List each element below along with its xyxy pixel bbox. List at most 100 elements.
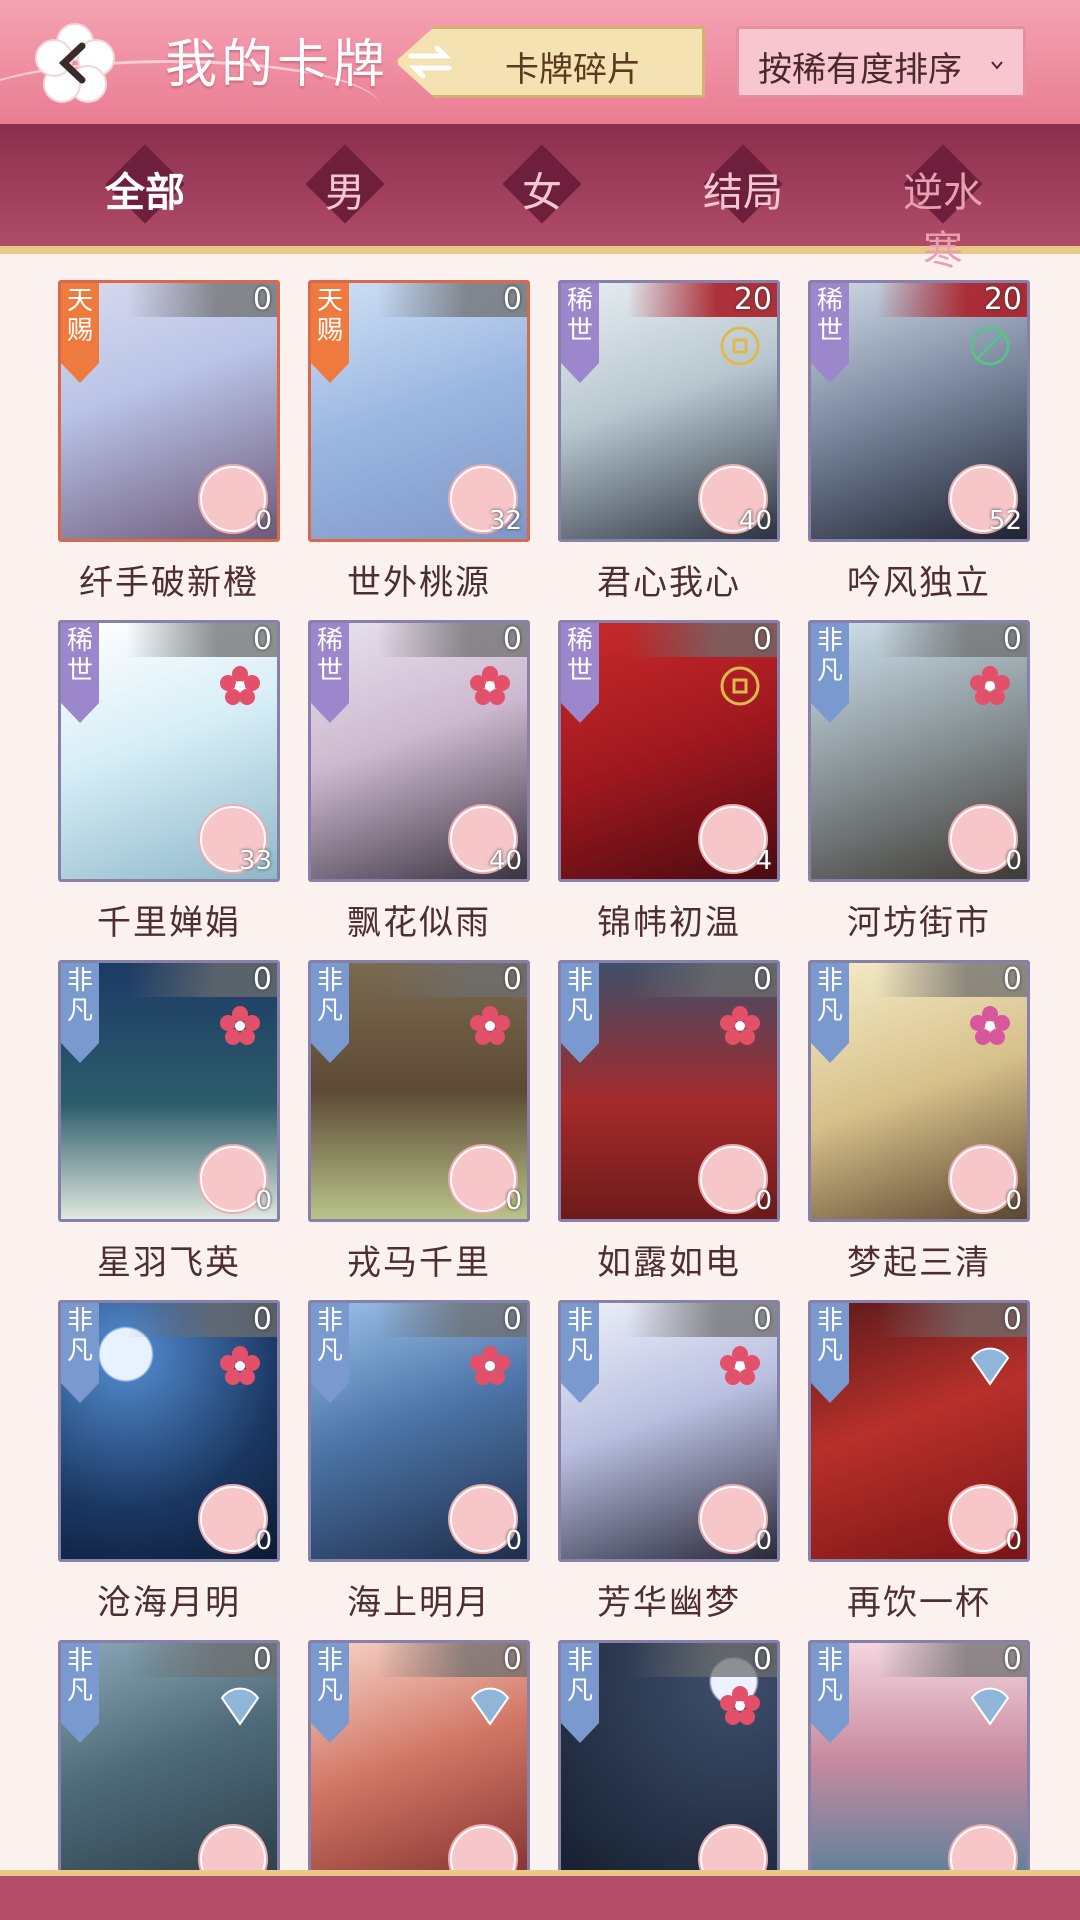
card-count: 0 bbox=[502, 622, 522, 657]
tab-nishuihan[interactable]: 逆水寒 bbox=[888, 138, 998, 274]
tab-label: 女 bbox=[522, 170, 562, 216]
rarity-label: 非凡 bbox=[566, 1646, 593, 1706]
plum-blossom-icon bbox=[220, 1346, 260, 1385]
tab-label: 男 bbox=[325, 170, 365, 216]
card-item[interactable]: 0 非凡 0 bbox=[308, 1300, 530, 1562]
rarity-label: 非凡 bbox=[66, 966, 93, 1026]
plum-blossom-icon bbox=[470, 1006, 510, 1045]
plum-blossom-icon bbox=[220, 1006, 260, 1045]
tab-ending[interactable]: 结局 bbox=[688, 138, 798, 230]
plum-blossom-icon bbox=[220, 666, 260, 705]
card-item[interactable]: 0 非凡 0 bbox=[808, 620, 1030, 882]
card-count: 0 bbox=[252, 962, 272, 997]
card-item[interactable]: 0 非凡 0 bbox=[58, 960, 280, 1222]
sort-label: 按稀有度排序 bbox=[758, 50, 962, 90]
card-item[interactable]: 0 稀世 40 bbox=[308, 620, 530, 882]
rarity-label: 稀世 bbox=[816, 286, 843, 346]
card-name: 梦起三清 bbox=[847, 1243, 991, 1283]
plum-blossom-icon bbox=[720, 1346, 760, 1385]
card-count: 0 bbox=[252, 1302, 272, 1337]
card-count: 0 bbox=[1002, 622, 1022, 657]
page-title: 我的卡牌 bbox=[165, 35, 390, 95]
card-item[interactable]: 0 非凡 0 bbox=[808, 1300, 1030, 1562]
petal-count: 52 bbox=[988, 506, 1022, 536]
petal-count: 0 bbox=[755, 1526, 772, 1556]
card-name: 戎马千里 bbox=[347, 1243, 491, 1283]
card-item[interactable]: 0 非凡 0 bbox=[308, 960, 530, 1222]
card-name: 吟风独立 bbox=[847, 563, 991, 603]
plum-blossom-icon bbox=[470, 666, 510, 705]
card-count: 0 bbox=[1002, 1642, 1022, 1677]
plum-blossom-icon bbox=[720, 1006, 760, 1045]
card-name: 沧海月明 bbox=[97, 1583, 241, 1623]
rarity-label: 非凡 bbox=[566, 1306, 593, 1366]
card-count: 0 bbox=[252, 1642, 272, 1677]
card-item[interactable]: 0 稀世 4 bbox=[558, 620, 780, 882]
fan-icon bbox=[220, 1687, 260, 1726]
petal-count: 0 bbox=[1005, 1186, 1022, 1216]
card-fragments-label: 卡牌碎片 bbox=[505, 50, 641, 90]
swap-arrows-icon bbox=[408, 45, 452, 79]
card-name: 河坊街市 bbox=[847, 903, 991, 943]
plum-blossom-icon bbox=[970, 1006, 1010, 1045]
card-item[interactable]: 0 非凡 bbox=[558, 1640, 780, 1902]
rarity-label: 非凡 bbox=[816, 1306, 843, 1366]
card-item[interactable]: 20 稀世 52 bbox=[808, 280, 1030, 542]
card-count: 0 bbox=[502, 282, 522, 317]
fan-icon bbox=[970, 1687, 1010, 1726]
card-item[interactable]: 0 非凡 bbox=[808, 1640, 1030, 1902]
card-count: 0 bbox=[752, 1642, 772, 1677]
card-name: 芳华幽梦 bbox=[597, 1583, 741, 1623]
rarity-label: 天赐 bbox=[316, 286, 343, 346]
tab-label: 结局 bbox=[703, 170, 783, 216]
card-count: 0 bbox=[252, 282, 272, 317]
card-item[interactable]: 0 非凡 bbox=[308, 1640, 530, 1902]
rarity-label: 非凡 bbox=[566, 966, 593, 1026]
card-count: 20 bbox=[983, 282, 1022, 317]
petal-count: 40 bbox=[738, 506, 772, 536]
fan-icon bbox=[470, 1687, 510, 1726]
fan-icon bbox=[970, 1347, 1010, 1386]
card-count: 20 bbox=[733, 282, 772, 317]
petal-count: 33 bbox=[238, 846, 272, 876]
card-item[interactable]: 0 非凡 bbox=[58, 1640, 280, 1902]
card-item[interactable]: 0 非凡 0 bbox=[558, 1300, 780, 1562]
card-count: 0 bbox=[502, 962, 522, 997]
rarity-label: 非凡 bbox=[316, 1306, 343, 1366]
petal-count: 0 bbox=[1005, 846, 1022, 876]
back-button[interactable] bbox=[34, 22, 116, 104]
card-name: 飘花似雨 bbox=[347, 903, 491, 943]
rarity-label: 非凡 bbox=[316, 966, 343, 1026]
card-name: 星羽飞英 bbox=[97, 1243, 241, 1283]
card-name: 千里婵娟 bbox=[97, 903, 241, 943]
card-item[interactable]: 0 非凡 0 bbox=[558, 960, 780, 1222]
petal-count: 40 bbox=[488, 846, 522, 876]
rarity-label: 稀世 bbox=[66, 626, 93, 686]
petal-count: 0 bbox=[755, 1186, 772, 1216]
card-item[interactable]: 0 天赐 32 bbox=[308, 280, 530, 542]
plum-blossom-icon bbox=[720, 1686, 760, 1725]
petal-count: 0 bbox=[255, 506, 272, 536]
chevron-down-icon bbox=[991, 61, 1003, 70]
card-item[interactable]: 0 非凡 0 bbox=[58, 1300, 280, 1562]
card-count: 0 bbox=[1002, 1302, 1022, 1337]
card-count: 0 bbox=[752, 1302, 772, 1337]
plum-blossom-icon bbox=[970, 666, 1010, 705]
petal-count: 0 bbox=[505, 1526, 522, 1556]
tab-female[interactable]: 女 bbox=[487, 138, 597, 230]
card-item[interactable]: 0 非凡 0 bbox=[808, 960, 1030, 1222]
rarity-label: 非凡 bbox=[316, 1646, 343, 1706]
petal-count: 0 bbox=[505, 1186, 522, 1216]
rarity-label: 天赐 bbox=[66, 286, 93, 346]
tab-male[interactable]: 男 bbox=[290, 138, 400, 230]
tab-all[interactable]: 全部 bbox=[90, 138, 200, 230]
coin-icon bbox=[720, 666, 760, 706]
rarity-label: 稀世 bbox=[566, 286, 593, 346]
card-item[interactable]: 0 稀世 33 bbox=[58, 620, 280, 882]
bottom-bar bbox=[0, 1870, 1080, 1920]
card-name: 世外桃源 bbox=[347, 563, 491, 603]
card-item[interactable]: 0 天赐 0 bbox=[58, 280, 280, 542]
rarity-label: 非凡 bbox=[816, 626, 843, 686]
card-count: 0 bbox=[502, 1302, 522, 1337]
card-item[interactable]: 20 稀世 40 bbox=[558, 280, 780, 542]
